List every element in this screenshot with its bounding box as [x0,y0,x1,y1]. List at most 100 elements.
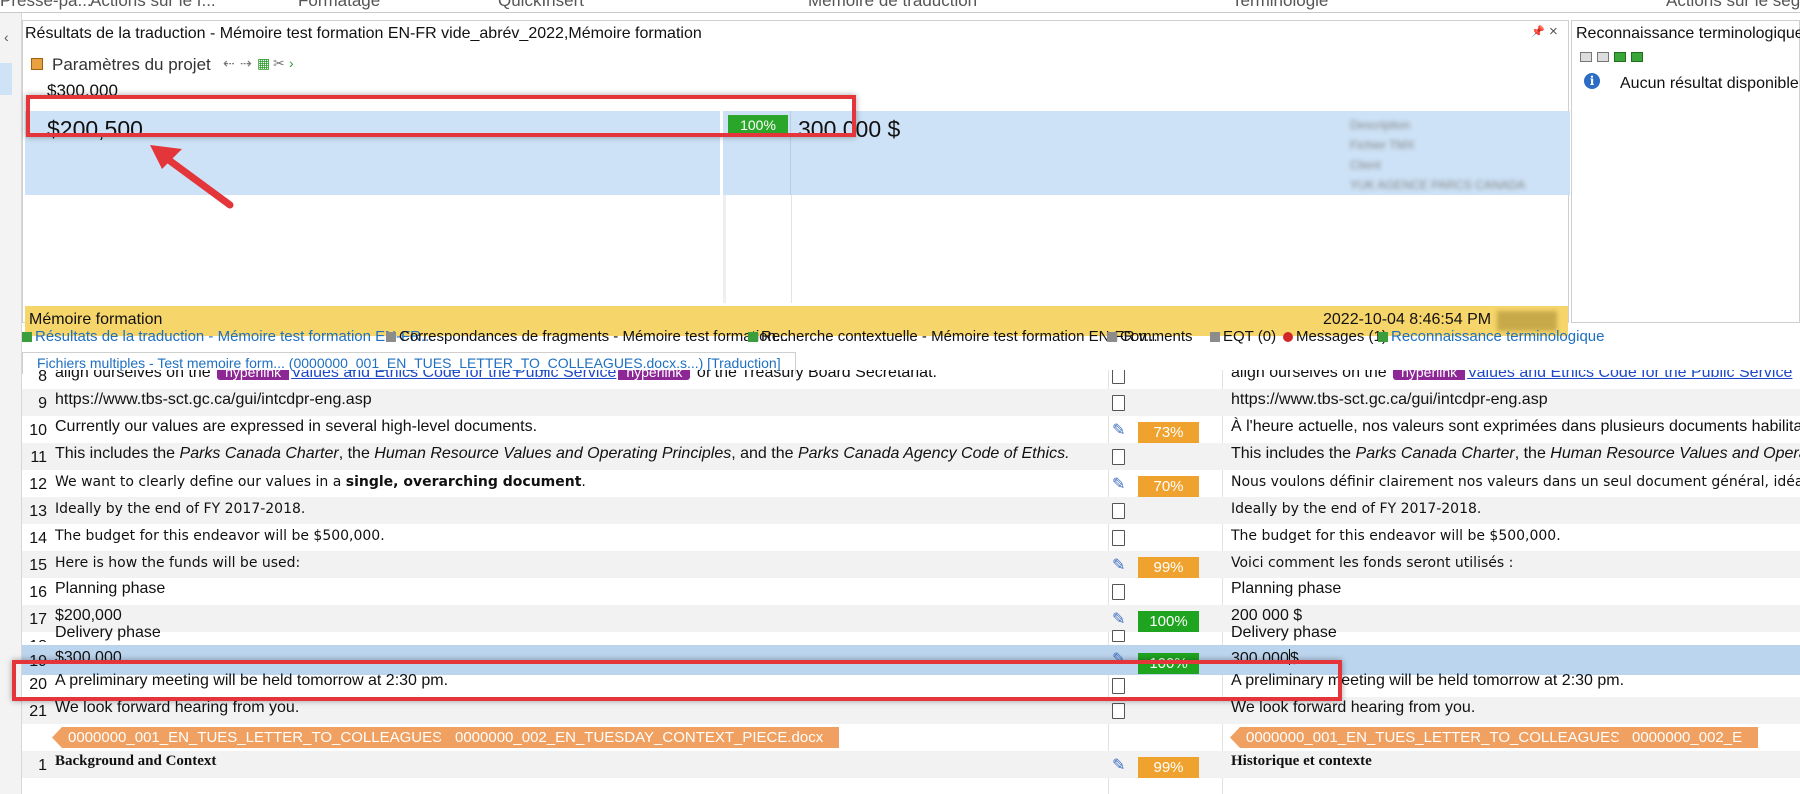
annotation-arrow-icon [150,145,234,209]
meta-line: Fichier TMX [1350,138,1415,152]
segment-target[interactable]: The budget for this endeavor will be $50… [1231,528,1561,544]
match-percent-badge: 73% [1138,422,1199,443]
side-selection-marker [0,63,12,95]
term-toolbar [1580,49,1648,67]
segment-source[interactable]: We want to clearly define our values in … [55,474,586,490]
term-tool-icon[interactable] [1614,52,1626,62]
tab-icon [1378,332,1388,342]
tab-fragment-matches[interactable]: Correspondances de fragments - Mémoire t… [386,328,788,345]
tab-translation-results[interactable]: Résultats de la traduction - Mémoire tes… [22,328,433,345]
segment-target[interactable]: This includes the Parks Canada Charter, … [1231,445,1800,463]
close-icon[interactable]: × [1549,23,1558,40]
segment-target[interactable]: align ourselves on the hyperlink Values a… [1231,370,1792,382]
tab-term-recognition[interactable]: Reconnaissance terminologique [1378,328,1604,345]
segment-source[interactable]: $200,000 [55,607,122,625]
segment-row[interactable]: 16 Planning phase Planning phase [22,578,1800,605]
segment-source[interactable]: Planning phase [55,580,165,598]
tab-concordance[interactable]: Recherche contextuelle - Mémoire test fo… [748,328,1158,345]
segment-target[interactable]: À l'heure actuelle, nos valeurs sont exp… [1231,418,1800,436]
segment-target[interactable]: 200 000 $ [1231,607,1302,625]
ribbon-group-formatting: Formatage [298,0,381,10]
segment-target[interactable]: Historique et contexte [1231,753,1372,770]
project-settings-icon[interactable] [31,58,43,70]
segment-source[interactable]: Background and Context [55,753,216,770]
pin-icon[interactable]: 📌 [1531,25,1545,38]
translation-results-panel: Résultats de la traduction - Mémoire tes… [22,20,1570,336]
arrow-left-icon[interactable]: ⇠ [223,55,235,72]
tab-messages[interactable]: Messages (1) [1283,328,1387,345]
segment-row[interactable]: 1 Background and Context ✎ 99% Historiqu… [22,751,1800,778]
match-percent-badge: 99% [1138,757,1199,778]
ribbon-group-clipboard: Presse-pa... [0,0,92,10]
segment-row[interactable]: 15 Here is how the funds will be used: ✎… [22,551,1800,578]
document-icon [1112,630,1125,642]
status-icon [1112,503,1125,524]
file-tag[interactable]: 0000000_002_EN_TUESDAY_CONTEXT_PIECE.doc… [439,727,840,748]
term-tool-icon[interactable] [1580,52,1592,62]
match-percent-badge: 70% [1138,476,1199,497]
ribbon-group-file-actions: Actions sur le f... [90,0,216,10]
segment-source[interactable]: Currently our values are expressed in se… [55,418,537,436]
tools-icon[interactable]: ✂ [273,55,285,72]
segment-row[interactable]: 13 Ideally by the end of FY 2017-2018. I… [22,497,1800,524]
status-icon [1112,370,1125,389]
term-no-results: Aucun résultat disponible. [1620,75,1800,92]
tm-icon[interactable]: ▦ [257,55,270,72]
segment-number: 11 [30,449,47,466]
segment-row[interactable]: 21 We look forward hearing from you. We … [22,697,1800,724]
hyperlink-tag-open: hyperlink [1393,370,1466,380]
term-tool-icon[interactable] [1597,52,1609,62]
view-tabs: Résultats de la traduction - Mémoire tes… [22,325,1800,349]
segment-source[interactable]: The budget for this endeavor will be $50… [55,528,385,544]
segment-target[interactable]: Voici comment les fonds seront utilisés … [1231,555,1513,571]
segment-row[interactable]: 10 Currently our values are expressed in… [22,416,1800,443]
segment-number: 13 [29,503,47,520]
document-icon [1112,584,1125,600]
file-tag[interactable]: 0000000_001_EN_TUES_LETTER_TO_COLLEAGUES… [52,727,494,748]
segment-target[interactable]: We look forward hearing from you. [1231,699,1475,717]
segment-source[interactable]: Delivery phase [55,624,161,642]
collapse-chevron-icon[interactable]: ‹ [4,29,9,45]
segment-row[interactable]: 11 This includes the Parks Canada Charte… [22,443,1800,470]
eqt-icon [1210,332,1220,342]
segment-source[interactable]: align ourselves on the hyperlink Values a… [55,370,937,382]
segment-number: 8 [38,370,47,385]
segment-target[interactable]: Planning phase [1231,580,1341,598]
segment-row[interactable]: 8 align ourselves on the hyperlink Values… [22,370,1800,389]
segment-target[interactable]: https://www.tbs-sct.gc.ca/gui/intcdpr-en… [1231,391,1548,409]
segment-target[interactable]: Ideally by the end of FY 2017-2018. [1231,501,1481,517]
match-metadata-blurred: Description Fichier TMX Client YUK AGENC… [1350,115,1568,193]
arrow-right-icon[interactable]: ⇢ [240,55,252,72]
segment-target[interactable]: Nous voulons définir clairement nos vale… [1231,474,1800,490]
meta-line: Client [1350,158,1381,172]
status-icon [1112,703,1125,724]
segment-source[interactable]: Ideally by the end of FY 2017-2018. [55,501,305,517]
tab-comments[interactable]: Comments [1107,328,1193,345]
segment-row[interactable]: 9 https://www.tbs-sct.gc.ca/gui/intcdpr-… [22,389,1800,416]
document-icon [1112,370,1125,384]
hyperlink-text: Values and Ethics Code for the Public Se… [1467,370,1793,381]
results-panel-title: Résultats de la traduction - Mémoire tes… [25,25,702,42]
term-panel-title: Reconnaissance terminologique [1576,25,1800,42]
segment-row-text[interactable]: Delivery phase Delivery phase [22,624,1800,642]
term-recognition-panel: Reconnaissance terminologique i Aucun ré… [1571,20,1800,323]
highlight-box-active-segment [12,660,1342,701]
segment-row[interactable]: 14 The budget for this endeavor will be … [22,524,1800,551]
segment-row[interactable]: 12 We want to clearly define our values … [22,470,1800,497]
file-tag[interactable]: 0000000_002_E [1616,727,1759,748]
ribbon-group-segment-actions: Actions sur le segm [1666,0,1800,10]
term-tool-icon[interactable] [1631,52,1643,62]
project-settings-button[interactable]: Paramètres du projet [52,55,211,75]
chevron-right-icon[interactable]: › [289,55,294,71]
file-separator-row: 0000000_001_EN_TUES_LETTER_TO_COLLEAGUES… [22,724,1800,751]
document-icon [1112,503,1125,519]
segment-target[interactable]: Delivery phase [1231,624,1337,642]
segment-source[interactable]: Here is how the funds will be used: [55,555,300,571]
pencil-icon: ✎ [1112,422,1126,439]
status-icon [1112,395,1125,416]
file-tag[interactable]: 0000000_001_EN_TUES_LETTER_TO_COLLEAGUES… [1230,727,1672,748]
tab-eqt[interactable]: EQT (0) [1210,328,1276,345]
segment-source[interactable]: This includes the Parks Canada Charter, … [55,445,1070,463]
segment-source[interactable]: We look forward hearing from you. [55,699,299,717]
segment-source[interactable]: https://www.tbs-sct.gc.ca/gui/intcdpr-en… [55,391,372,409]
